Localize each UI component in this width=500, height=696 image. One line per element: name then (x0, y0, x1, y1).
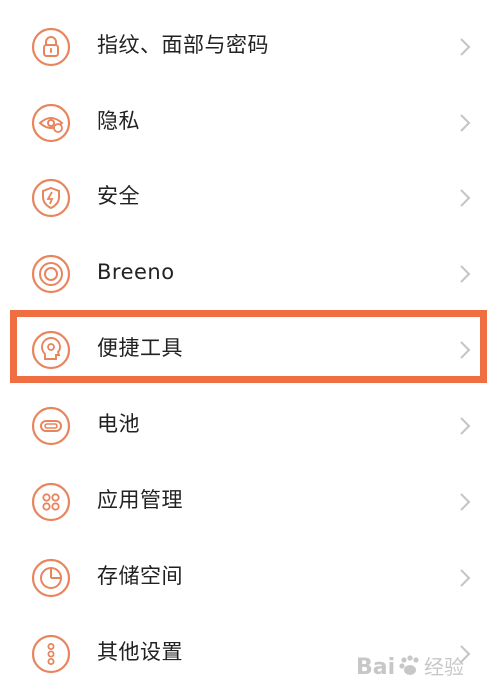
shield-icon (31, 178, 71, 218)
watermark-logo: Bai 经验 (356, 646, 486, 686)
svg-text:经验: 经验 (424, 655, 464, 679)
settings-item-label: 隐私 (97, 109, 140, 133)
lock-icon (31, 27, 71, 67)
settings-item-breeno[interactable]: Breeno (0, 236, 500, 312)
settings-item-battery[interactable]: 电池 (0, 388, 500, 464)
settings-item-label: 电池 (97, 412, 140, 436)
more-dots-icon (31, 634, 71, 674)
battery-icon (31, 406, 71, 446)
chevron-right-icon (458, 36, 472, 58)
privacy-eye-icon (31, 103, 71, 143)
highlight-box (10, 310, 487, 383)
settings-item-label: 其他设置 (97, 640, 183, 664)
chevron-right-icon (458, 112, 472, 134)
settings-item-label: Breeno (97, 260, 175, 284)
settings-item-privacy[interactable]: 隐私 (0, 85, 500, 161)
settings-item-label: 应用管理 (97, 488, 183, 512)
svg-text:Bai: Bai (356, 655, 395, 680)
storage-pie-icon (31, 558, 71, 598)
chevron-right-icon (458, 415, 472, 437)
app-grid-icon (31, 482, 71, 522)
settings-item-fingerprint-face-password[interactable]: 指纹、面部与密码 (0, 9, 500, 85)
chevron-right-icon (458, 491, 472, 513)
breeno-icon (31, 254, 71, 294)
settings-item-app-management[interactable]: 应用管理 (0, 464, 500, 540)
chevron-right-icon (458, 187, 472, 209)
chevron-right-icon (458, 567, 472, 589)
settings-item-label: 指纹、面部与密码 (97, 33, 269, 57)
settings-item-label: 安全 (97, 184, 140, 208)
settings-item-security[interactable]: 安全 (0, 160, 500, 236)
settings-item-label: 存储空间 (97, 564, 183, 588)
chevron-right-icon (458, 263, 472, 285)
settings-item-storage[interactable]: 存储空间 (0, 540, 500, 616)
